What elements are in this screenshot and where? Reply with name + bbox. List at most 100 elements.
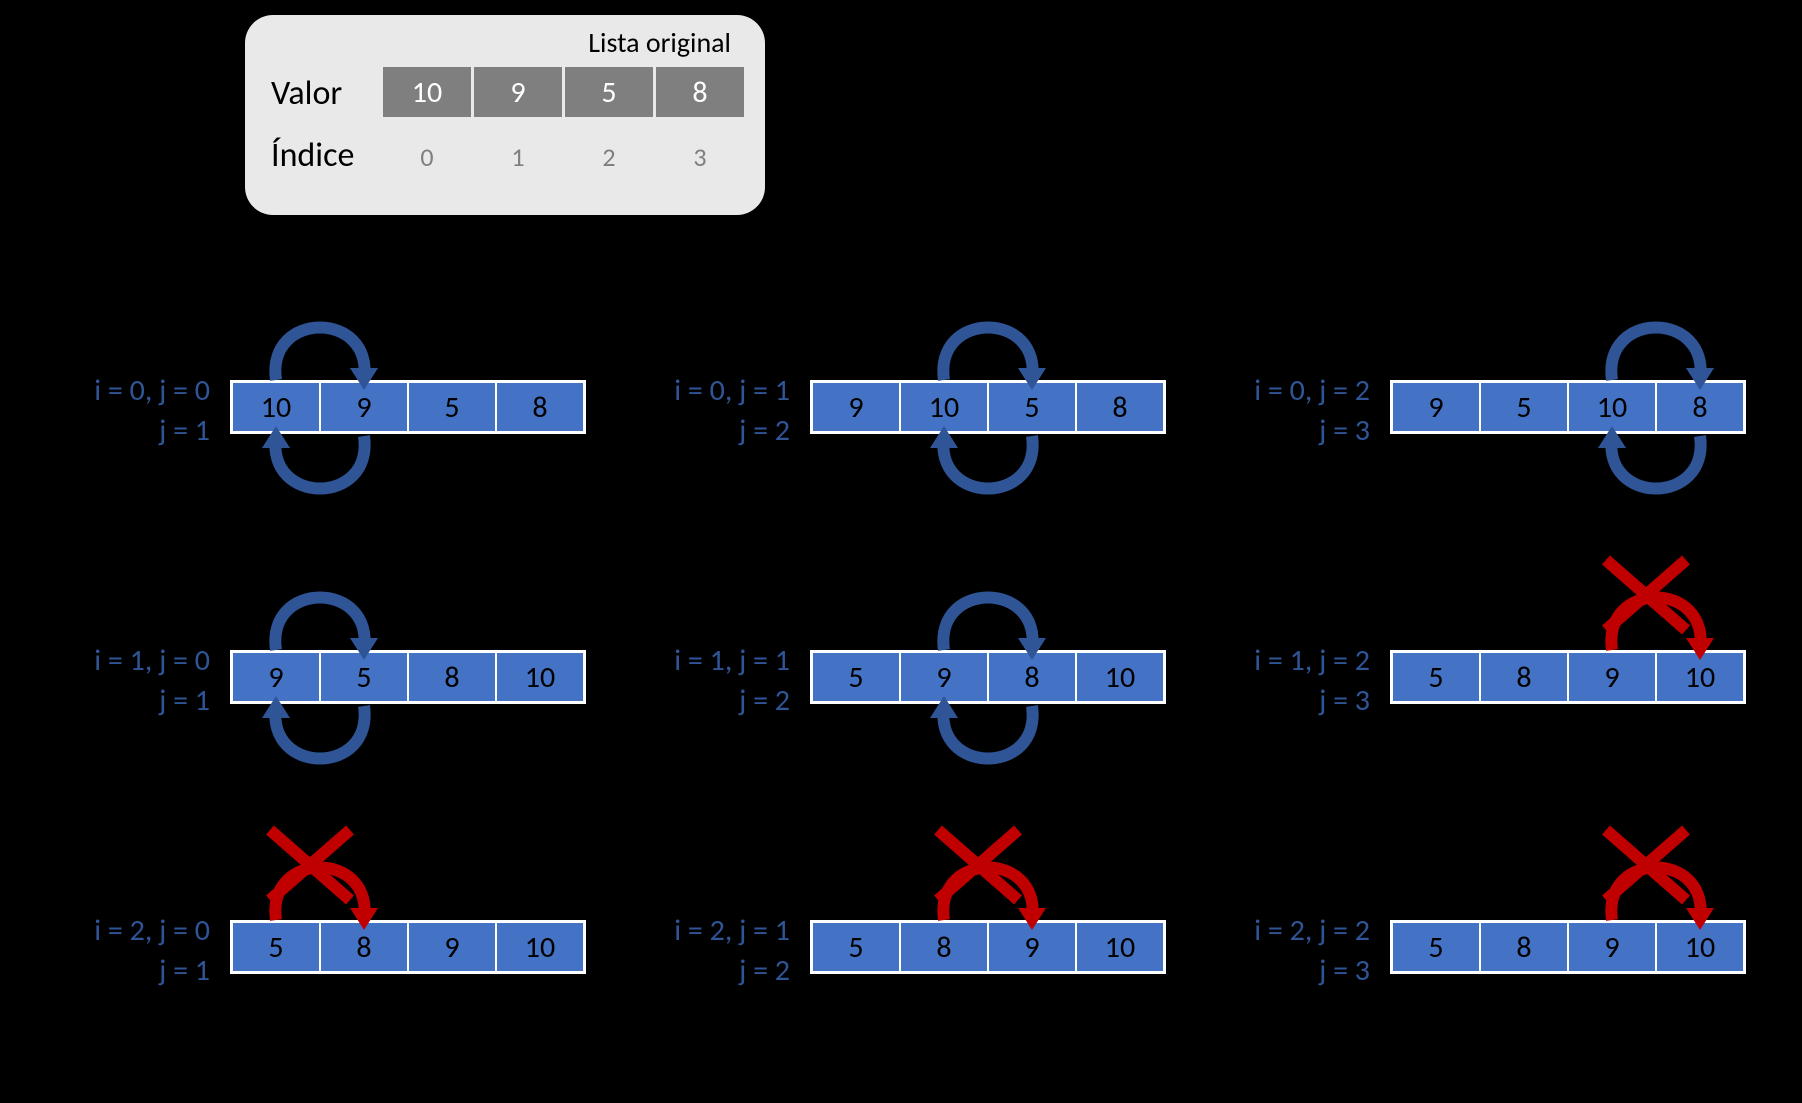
step-label-j2: j = 3 xyxy=(1190,682,1370,719)
array-cell: 8 xyxy=(1480,922,1568,972)
array-cell: 10 xyxy=(232,382,320,432)
array-cell: 8 xyxy=(988,652,1076,702)
original-value-cell: 10 xyxy=(383,67,471,117)
array-cells: 58910 xyxy=(1390,920,1746,974)
array-cell: 5 xyxy=(812,652,900,702)
array-cell: 8 xyxy=(496,382,584,432)
step-s22: i = 2, j = 2j = 358910 xyxy=(1190,920,1760,975)
array-cell: 8 xyxy=(1076,382,1164,432)
indice-label: Índice xyxy=(271,135,354,176)
step-label-j2: j = 1 xyxy=(30,412,210,449)
original-index-cell: 1 xyxy=(474,137,562,177)
step-label-j2: j = 2 xyxy=(610,412,790,449)
step-label-ij: i = 2, j = 2 xyxy=(1190,912,1370,949)
array-cell: 5 xyxy=(320,652,408,702)
original-index-cell: 0 xyxy=(383,137,471,177)
array-cell: 9 xyxy=(812,382,900,432)
step-s01: i = 0, j = 1j = 291058 xyxy=(610,380,1180,435)
array-cell: 9 xyxy=(408,922,496,972)
array-cell: 9 xyxy=(1392,382,1480,432)
step-label-j2: j = 3 xyxy=(1190,412,1370,449)
swap-arrow-top-icon xyxy=(236,290,436,390)
step-label-j2: j = 3 xyxy=(1190,952,1370,989)
original-list-panel: Lista original Valor Índice 10 9 5 8 0 1… xyxy=(245,15,765,215)
swap-arrow-top-icon xyxy=(1572,290,1772,390)
array-cell: 5 xyxy=(1392,652,1480,702)
array-cell: 5 xyxy=(408,382,496,432)
array-cell: 10 xyxy=(1076,922,1164,972)
step-label-ij: i = 2, j = 0 xyxy=(30,912,210,949)
step-s12: i = 1, j = 2j = 358910 xyxy=(1190,650,1760,705)
no-swap-x-icon xyxy=(1596,820,1716,920)
array-cell: 9 xyxy=(1568,922,1656,972)
diagram-canvas: Lista original Valor Índice 10 9 5 8 0 1… xyxy=(0,0,1802,1103)
step-s11: i = 1, j = 1j = 259810 xyxy=(610,650,1180,705)
step-label-ij: i = 0, j = 0 xyxy=(30,372,210,409)
step-label-ij: i = 1, j = 1 xyxy=(610,642,790,679)
array-cell: 10 xyxy=(1656,922,1744,972)
noswap-arrow-top-icon xyxy=(1572,830,1772,930)
step-s00: i = 0, j = 0j = 110958 xyxy=(30,380,600,435)
array-cells: 58910 xyxy=(230,920,586,974)
swap-arrow-top-icon xyxy=(236,560,436,660)
array-cells: 10958 xyxy=(230,380,586,434)
array-cell: 8 xyxy=(1656,382,1744,432)
step-label-ij: i = 1, j = 0 xyxy=(30,642,210,679)
array-cell: 5 xyxy=(232,922,320,972)
step-s10: i = 1, j = 0j = 195810 xyxy=(30,650,600,705)
original-value-cell: 5 xyxy=(565,67,653,117)
swap-arrow-bottom-icon xyxy=(1572,426,1772,526)
array-cell: 9 xyxy=(900,652,988,702)
no-swap-x-icon xyxy=(260,820,380,920)
array-cells: 91058 xyxy=(810,380,1166,434)
array-cells: 95108 xyxy=(1390,380,1746,434)
array-cell: 10 xyxy=(496,652,584,702)
original-values-row: 10 9 5 8 xyxy=(383,67,744,117)
original-indices-row: 0 1 2 3 xyxy=(383,137,744,177)
step-label-ij: i = 1, j = 2 xyxy=(1190,642,1370,679)
array-cell: 8 xyxy=(320,922,408,972)
array-cell: 9 xyxy=(1568,652,1656,702)
array-cell: 10 xyxy=(900,382,988,432)
swap-arrow-bottom-icon xyxy=(904,696,1104,796)
array-cell: 5 xyxy=(1392,922,1480,972)
array-cell: 8 xyxy=(1480,652,1568,702)
swap-arrow-top-icon xyxy=(904,560,1104,660)
step-label-j2: j = 2 xyxy=(610,682,790,719)
step-s21: i = 2, j = 1j = 258910 xyxy=(610,920,1180,975)
step-label-j2: j = 2 xyxy=(610,952,790,989)
array-cell: 5 xyxy=(1480,382,1568,432)
valor-label: Valor xyxy=(271,73,342,114)
step-label-ij: i = 0, j = 2 xyxy=(1190,372,1370,409)
swap-arrow-top-icon xyxy=(904,290,1104,390)
array-cells: 58910 xyxy=(810,920,1166,974)
array-cell: 9 xyxy=(232,652,320,702)
array-cell: 10 xyxy=(1656,652,1744,702)
array-cell: 5 xyxy=(988,382,1076,432)
step-label-ij: i = 2, j = 1 xyxy=(610,912,790,949)
original-value-cell: 9 xyxy=(474,67,562,117)
swap-arrow-bottom-icon xyxy=(236,696,436,796)
array-cells: 58910 xyxy=(1390,650,1746,704)
array-cells: 59810 xyxy=(810,650,1166,704)
array-cell: 8 xyxy=(900,922,988,972)
no-swap-x-icon xyxy=(1596,550,1716,650)
original-index-cell: 3 xyxy=(656,137,744,177)
step-s02: i = 0, j = 2j = 395108 xyxy=(1190,380,1760,435)
array-cell: 8 xyxy=(408,652,496,702)
step-label-ij: i = 0, j = 1 xyxy=(610,372,790,409)
noswap-arrow-top-icon xyxy=(904,830,1104,930)
array-cell: 10 xyxy=(1568,382,1656,432)
array-cell: 10 xyxy=(1076,652,1164,702)
swap-arrow-bottom-icon xyxy=(236,426,436,526)
step-s20: i = 2, j = 0j = 158910 xyxy=(30,920,600,975)
swap-arrow-bottom-icon xyxy=(904,426,1104,526)
noswap-arrow-top-icon xyxy=(236,830,436,930)
noswap-arrow-top-icon xyxy=(1572,560,1772,660)
array-cell: 9 xyxy=(988,922,1076,972)
original-list-title: Lista original xyxy=(245,25,731,60)
array-cells: 95810 xyxy=(230,650,586,704)
original-index-cell: 2 xyxy=(565,137,653,177)
no-swap-x-icon xyxy=(928,820,1048,920)
original-value-cell: 8 xyxy=(656,67,744,117)
